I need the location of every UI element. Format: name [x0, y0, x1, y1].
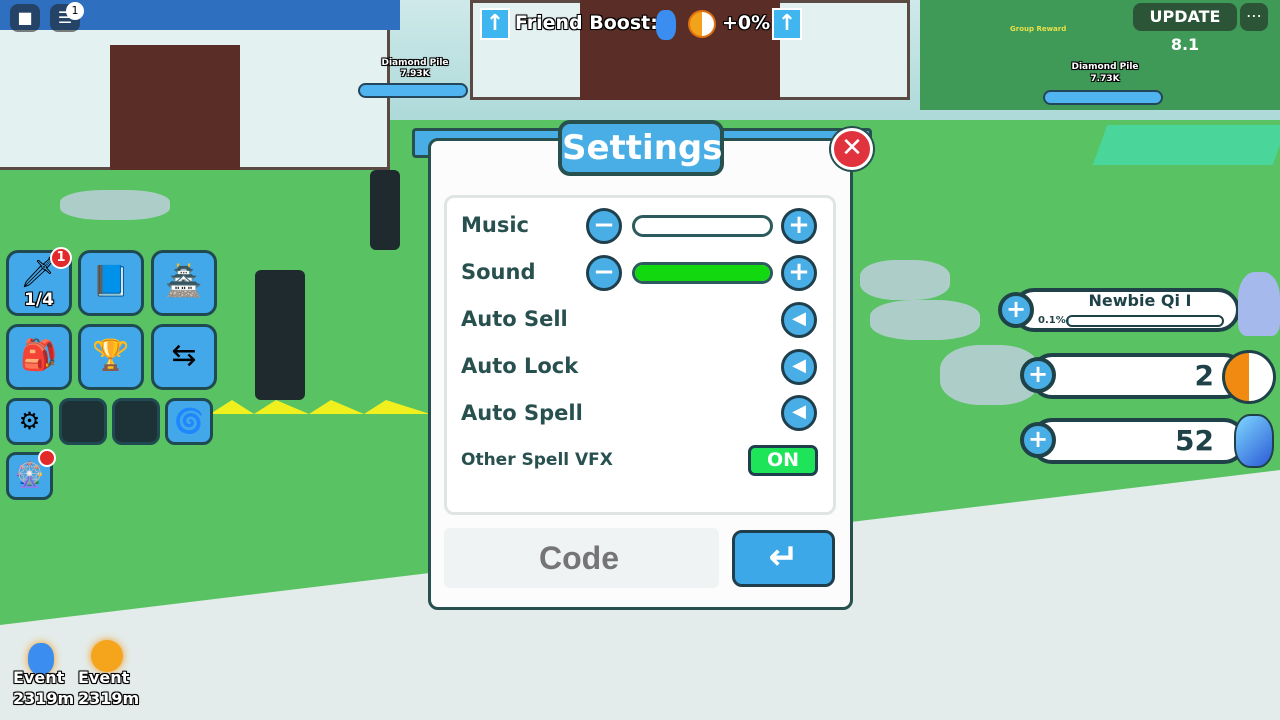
trade-arrows-icon: ⇆	[171, 338, 197, 373]
music-volume-slider[interactable]	[632, 215, 773, 237]
training-dummy	[255, 270, 305, 400]
plus-icon: +	[788, 210, 810, 240]
event-label: Event	[13, 668, 65, 687]
portal-icon: 🌀	[174, 407, 204, 435]
auto-spell-toggle[interactable]: ◀	[781, 395, 817, 431]
locked-button[interactable]	[59, 398, 107, 445]
bag-icon: 🎒	[20, 338, 58, 373]
gem-icon	[656, 10, 676, 40]
auto-sell-label: Auto Sell	[461, 307, 568, 331]
roblox-logo-icon: ■	[17, 8, 33, 27]
music-increase-button[interactable]: +	[781, 208, 817, 244]
gem-icon	[1234, 414, 1274, 468]
plus-icon: +	[788, 257, 810, 287]
minus-icon: −	[593, 210, 615, 240]
shrine-icon: 🏯	[165, 264, 203, 299]
trade-button[interactable]: ⇆	[151, 324, 217, 390]
ellipsis-icon: ⋯	[1246, 6, 1262, 25]
event-timer: 2319m	[13, 689, 75, 708]
chalice-button[interactable]: 🏆	[78, 324, 144, 390]
redeem-code-button[interactable]: ↵	[732, 530, 835, 587]
diamond-pile-name: Diamond Pile	[1071, 62, 1139, 72]
wheel-icon: 🎡	[14, 461, 45, 489]
auto-sell-toggle[interactable]: ◀	[781, 302, 817, 338]
yin-yang-plus-button[interactable]: +	[1020, 357, 1056, 393]
book-icon: 📘	[92, 264, 130, 299]
chalice-icon: 🏆	[92, 338, 130, 373]
plus-icon: +	[1005, 295, 1027, 323]
diamond-pile-value: 7.73K	[1090, 74, 1120, 84]
rank-progress-bar	[1066, 315, 1224, 327]
close-icon: ✕	[841, 133, 863, 163]
friend-boost-label: Friend Boost:	[515, 12, 658, 34]
other-spell-vfx-switch[interactable]: ON	[748, 445, 818, 476]
weapons-badge: 1	[50, 247, 72, 269]
yin-yang-count: 2	[1030, 353, 1246, 399]
friend-boost-value: +0%	[722, 12, 771, 34]
auto-lock-label: Auto Lock	[461, 354, 579, 378]
door-left	[110, 45, 240, 170]
other-spell-vfx-label: Other Spell VFX	[461, 450, 613, 470]
weapons-count: 1/4	[24, 290, 54, 310]
notification-dot	[38, 449, 56, 467]
bag-button[interactable]: 🎒	[6, 324, 72, 390]
training-dummy	[370, 170, 400, 250]
event-label: Event	[78, 668, 130, 687]
sound-increase-button[interactable]: +	[781, 255, 817, 291]
stone	[870, 300, 980, 340]
gem-plus-button[interactable]: +	[1020, 422, 1056, 458]
close-button[interactable]: ✕	[831, 128, 873, 170]
platform	[1092, 125, 1280, 165]
arrow-up-icon: ↑	[772, 8, 802, 40]
enter-arrow-icon: ↵	[768, 537, 799, 578]
minus-icon: −	[593, 257, 615, 287]
sound-volume-slider[interactable]	[632, 262, 773, 284]
arrow-left-icon: ◀	[792, 355, 806, 376]
arrow-left-icon: ◀	[792, 401, 806, 422]
settings-button[interactable]: ⚙	[6, 398, 53, 445]
update-label: UPDATE 8.1	[1133, 3, 1237, 54]
meditation-icon	[1238, 272, 1280, 336]
portal-button[interactable]: 🌀	[165, 398, 213, 445]
music-decrease-button[interactable]: −	[586, 208, 622, 244]
event-timer: 2319m	[78, 689, 140, 708]
rank-progress-label: 0.1%	[1038, 315, 1066, 326]
rank-name: Newbie Qi I	[1088, 291, 1192, 310]
diamond-pile-health-bar	[358, 83, 468, 98]
diamond-pile-value: 7.93K	[400, 69, 430, 79]
book-button[interactable]: 📘	[78, 250, 144, 316]
stone	[60, 190, 170, 220]
sound-decrease-button[interactable]: −	[586, 255, 622, 291]
arrow-left-icon: ◀	[792, 308, 806, 329]
locked-button[interactable]	[112, 398, 160, 445]
gear-icon: ⚙	[18, 407, 41, 435]
group-reward-label: Group Reward	[1010, 25, 1067, 33]
chat-badge: 1	[66, 2, 84, 20]
code-input[interactable]	[444, 528, 719, 588]
gem-count: 52	[1030, 418, 1246, 464]
diamond-pile-name: Diamond Pile	[381, 58, 449, 68]
arrow-up-icon: ↑	[480, 8, 510, 40]
stone	[860, 260, 950, 300]
sound-label: Sound	[461, 260, 536, 284]
plus-icon: +	[1027, 425, 1049, 453]
roblox-menu-button[interactable]: ■	[10, 4, 40, 32]
more-menu-button[interactable]: ⋯	[1240, 3, 1268, 31]
settings-title: Settings	[558, 120, 724, 176]
yin-yang-icon	[688, 10, 716, 38]
rank-plus-button[interactable]: +	[998, 292, 1034, 328]
music-label: Music	[461, 213, 529, 237]
sound-volume-fill	[635, 265, 770, 281]
shop-button[interactable]: 🏯	[151, 250, 217, 316]
plus-icon: +	[1027, 360, 1049, 388]
auto-spell-label: Auto Spell	[461, 401, 583, 425]
auto-lock-toggle[interactable]: ◀	[781, 349, 817, 385]
diamond-pile-health-bar	[1043, 90, 1163, 105]
yin-yang-icon	[1222, 350, 1276, 404]
